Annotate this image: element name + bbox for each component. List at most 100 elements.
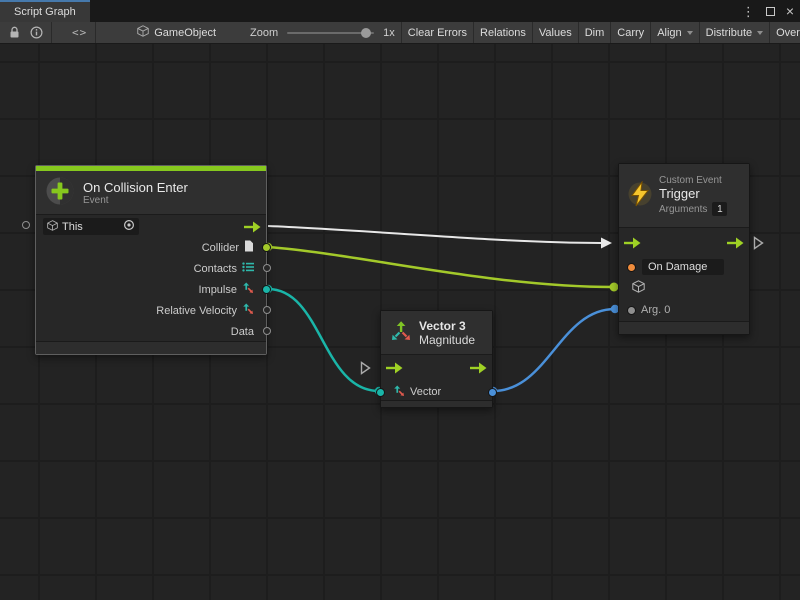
zoom-slider-handle[interactable]: [361, 28, 371, 38]
button-label: Align: [657, 27, 681, 39]
port-label: Collider: [202, 242, 239, 254]
toolbar-separator: [95, 22, 96, 44]
lock-icon[interactable]: [4, 22, 25, 44]
toolbar-button-dim[interactable]: Dim: [578, 22, 611, 44]
node-subtitle: Event: [83, 195, 188, 206]
node-titles: Vector 3 Magnitude: [419, 319, 475, 347]
button-label: Dim: [585, 27, 605, 39]
arguments-count-field[interactable]: 1: [712, 202, 727, 216]
port-dot-contacts[interactable]: [263, 264, 271, 272]
port-dot-relative-velocity[interactable]: [263, 306, 271, 314]
info-icon[interactable]: [25, 22, 48, 44]
maximize-icon[interactable]: [766, 7, 775, 16]
dropdown-arrow-icon: [687, 31, 693, 35]
port-dot-data[interactable]: [263, 327, 271, 335]
port-dot-event-name[interactable]: [627, 263, 636, 272]
toolbar-button-relations[interactable]: Relations: [473, 22, 532, 44]
port-row-data: Data: [36, 321, 266, 342]
code-icon-glyph: <>: [72, 26, 87, 39]
toolbar-button-carry[interactable]: Carry: [610, 22, 650, 44]
port-dot-this-external[interactable]: [22, 221, 30, 229]
toolbar-button-align[interactable]: Align: [650, 22, 698, 44]
zoom-value: 1x: [383, 27, 395, 39]
this-field[interactable]: This: [43, 218, 139, 235]
control-flow-row: [619, 233, 749, 255]
port-dot-vector-input[interactable]: [376, 388, 385, 397]
node-title: Trigger: [659, 186, 727, 201]
toolbar-button-distribute[interactable]: Distribute: [699, 22, 769, 44]
toolbar-button-values[interactable]: Values: [532, 22, 578, 44]
button-label: Distribute: [706, 27, 752, 39]
control-input-arrow-icon[interactable]: [386, 362, 403, 377]
event-name-field[interactable]: On Damage: [642, 259, 724, 275]
target-picker-icon[interactable]: [123, 219, 135, 234]
wire-control-arrowhead: [601, 238, 612, 249]
wire-collider-to-target[interactable]: [268, 247, 614, 287]
zoom-slider[interactable]: [287, 32, 374, 34]
port-row-target: [619, 278, 749, 298]
wire-control-flow[interactable]: [268, 226, 601, 243]
button-label: Clear Errors: [408, 27, 467, 39]
node-kind: Custom Event: [659, 175, 727, 186]
arguments-row: Arguments 1: [659, 202, 727, 216]
control-output-arrow-icon[interactable]: [470, 362, 487, 377]
node-footer: [36, 341, 266, 354]
node-title: On Collision Enter: [83, 180, 188, 195]
collider-doc-icon: [244, 240, 254, 255]
cube-icon: [47, 220, 58, 234]
control-input-triangle-icon[interactable]: [360, 361, 371, 380]
port-label: Data: [231, 326, 254, 338]
port-dot-arg0[interactable]: [627, 306, 636, 315]
node-vector3-magnitude[interactable]: Vector 3 Magnitude Vector: [380, 310, 493, 408]
dropdown-arrow-icon: [757, 31, 763, 35]
control-flow-row: [381, 358, 492, 380]
gameobject-label: GameObject: [154, 27, 216, 39]
graph-canvas[interactable]: On Collision Enter Event This Collider: [0, 44, 800, 600]
node-footer: [381, 400, 492, 407]
port-row-relative-velocity: Relative Velocity: [36, 300, 266, 321]
control-output-triangle-icon[interactable]: [753, 236, 764, 255]
port-row-collider: Collider: [36, 237, 266, 258]
wire-magnitude-to-arg0[interactable]: [493, 309, 615, 391]
cube-icon: [632, 280, 645, 296]
button-label: Relations: [480, 27, 526, 39]
kebab-menu-icon[interactable]: ⋮: [742, 5, 755, 18]
vector3-mini-icon: [242, 282, 254, 297]
port-label: Impulse: [198, 284, 237, 296]
port-row-this: This: [36, 216, 266, 237]
tab-script-graph[interactable]: Script Graph: [0, 0, 90, 22]
tab-label: Script Graph: [14, 6, 76, 18]
node-custom-event-trigger[interactable]: Custom Event Trigger Arguments 1 On Dama…: [618, 163, 750, 335]
vector3-mini-icon: [242, 303, 254, 318]
port-row-vector: Vector: [381, 382, 492, 402]
port-label: Relative Velocity: [156, 305, 237, 317]
port-dot-impulse[interactable]: [262, 285, 271, 294]
port-label: Arg. 0: [641, 304, 670, 316]
control-input-arrow-icon[interactable]: [624, 237, 641, 252]
port-dot-collider[interactable]: [262, 243, 271, 252]
toolbar-button-clear-errors[interactable]: Clear Errors: [401, 22, 473, 44]
gameobject-cube-icon: [137, 25, 149, 40]
node-subtitle: Magnitude: [419, 333, 475, 347]
gameobject-chip[interactable]: GameObject: [137, 25, 216, 40]
port-row-impulse: Impulse: [36, 279, 266, 300]
close-icon[interactable]: ×: [786, 4, 794, 18]
node-titles: On Collision Enter Event: [83, 180, 188, 206]
node-on-collision-enter[interactable]: On Collision Enter Event This Collider: [35, 165, 267, 355]
arguments-label: Arguments: [659, 204, 707, 215]
toolbar-separator: [51, 22, 52, 44]
code-icon[interactable]: <>: [67, 22, 92, 44]
control-output-arrow-icon[interactable]: [727, 237, 744, 252]
graph-toolbar: <> GameObject Zoom 1x Clear Errors Relat…: [0, 22, 800, 44]
tab-bar: Script Graph ⋮ ×: [0, 0, 800, 22]
control-output-arrow-icon[interactable]: [244, 221, 261, 233]
port-dot-magnitude-output[interactable]: [488, 388, 497, 397]
toolbar-button-overview[interactable]: Overv: [769, 22, 800, 44]
event-name-value: On Damage: [648, 261, 707, 273]
node-header: Vector 3 Magnitude: [381, 311, 492, 355]
node-titles: Custom Event Trigger Arguments 1: [659, 175, 727, 216]
port-row-event-name: On Damage: [619, 257, 749, 277]
port-label: Vector: [410, 386, 441, 398]
window-controls: ⋮ ×: [742, 0, 794, 22]
node-header: On Collision Enter Event: [36, 171, 266, 215]
